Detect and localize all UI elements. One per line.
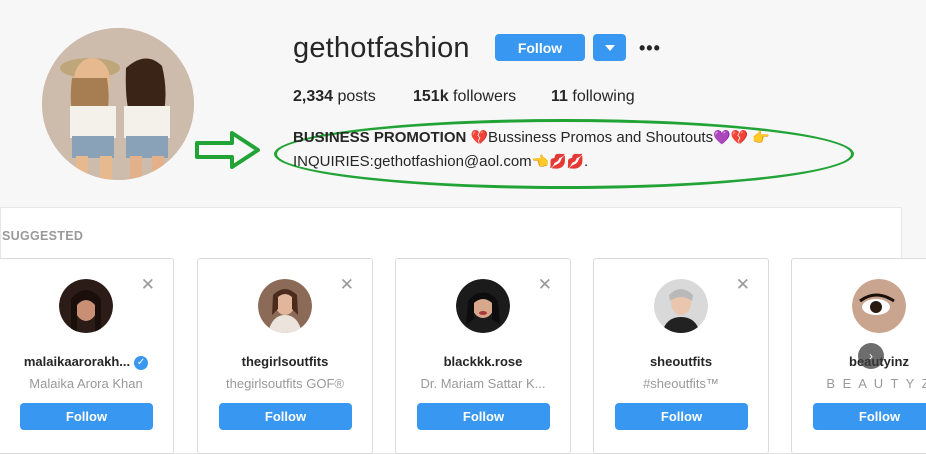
suggestion-fullname: B E A U T Y Z — [826, 376, 926, 391]
suggestion-fullname: Dr. Mariam Sattar K... — [420, 376, 546, 391]
follow-button[interactable]: Follow — [417, 403, 550, 430]
suggestion-username[interactable]: thegirlsoutfits — [198, 354, 372, 369]
close-icon[interactable]: ✕ — [141, 275, 155, 295]
bio-text: Bussiness Promos and Shoutouts — [487, 129, 714, 146]
bio-headline: BUSINESS PROMOTION — [293, 129, 467, 146]
suggested-title: SUGGESTED — [2, 229, 84, 243]
next-arrow-icon[interactable]: › — [858, 343, 884, 369]
posts-stat: 2,334 posts — [293, 88, 376, 106]
avatar[interactable] — [59, 279, 113, 333]
suggestion-card: ✕ thegirlsoutfits thegirlsoutfits GOF® F… — [197, 258, 373, 454]
broken-heart-icon: 💔 — [470, 129, 488, 145]
suggestion-card: ✕ sheoutfits #sheoutfits™ Follow — [593, 258, 769, 454]
verified-badge-icon: ✓ — [134, 355, 149, 370]
suggestion-card: ✕ blackkk.rose Dr. Mariam Sattar K... Fo… — [395, 258, 571, 454]
following-label: following — [572, 88, 635, 105]
avatar[interactable] — [654, 279, 708, 333]
suggestion-username[interactable]: sheoutfits — [594, 354, 768, 369]
following-count: 11 — [551, 88, 568, 105]
suggestion-username[interactable]: malaikaarorakh... ✓ — [0, 354, 173, 370]
avatar[interactable] — [258, 279, 312, 333]
follow-button[interactable]: Follow — [813, 403, 926, 430]
username-text: malaikaarorakh... — [23, 354, 131, 369]
posts-label: posts — [337, 88, 376, 105]
suggestion-username[interactable]: blackkk.rose — [396, 354, 570, 369]
suggestion-card: ✕ malaikaarorakh... ✓ Malaika Arora Khan … — [0, 258, 174, 454]
close-icon[interactable]: ✕ — [340, 275, 354, 295]
close-icon[interactable]: ✕ — [736, 275, 750, 295]
pointing-left-icon: 👈 — [531, 153, 550, 169]
suggestion-fullname: #sheoutfits™ — [643, 376, 719, 391]
bio-end: . — [583, 153, 589, 170]
follow-button[interactable]: Follow — [20, 403, 153, 430]
bio-line-1: BUSINESS PROMOTION 💔Bussiness Promos and… — [293, 129, 770, 146]
followers-label: followers — [453, 88, 517, 105]
following-stat[interactable]: 11 following — [551, 88, 635, 106]
bio-line-2: INQUIRIES:gethotfashion@aol.com👈💋💋. — [293, 153, 588, 170]
avatar[interactable] — [852, 279, 906, 333]
profile-avatar[interactable] — [42, 28, 194, 180]
broken-heart-icon-2: 💔 — [730, 129, 748, 145]
profile-username: gethotfashion — [293, 32, 470, 64]
follow-button[interactable]: Follow — [495, 34, 585, 61]
annotation-arrow-icon — [195, 131, 260, 169]
follow-button[interactable]: Follow — [219, 403, 352, 430]
followers-stat[interactable]: 151k followers — [413, 88, 516, 106]
pointing-right-icon: 👉 — [752, 129, 770, 145]
followers-count: 151k — [413, 88, 449, 105]
bio-inquiries: INQUIRIES:gethotfashion@aol.com — [293, 153, 532, 170]
avatar[interactable] — [456, 279, 510, 333]
suggestion-fullname: thegirlsoutfits GOF® — [226, 376, 344, 391]
posts-count: 2,334 — [293, 88, 334, 105]
close-icon[interactable]: ✕ — [538, 275, 552, 295]
follow-button[interactable]: Follow — [615, 403, 748, 430]
kiss-lips-icon: 💋💋 — [549, 153, 584, 169]
purple-heart-icon: 💜 — [713, 129, 731, 145]
caret-down-icon — [604, 44, 615, 51]
suggestion-fullname: Malaika Arora Khan — [29, 376, 143, 391]
more-options-icon[interactable]: ••• — [639, 38, 661, 59]
suggestions-dropdown-button[interactable] — [593, 34, 626, 61]
